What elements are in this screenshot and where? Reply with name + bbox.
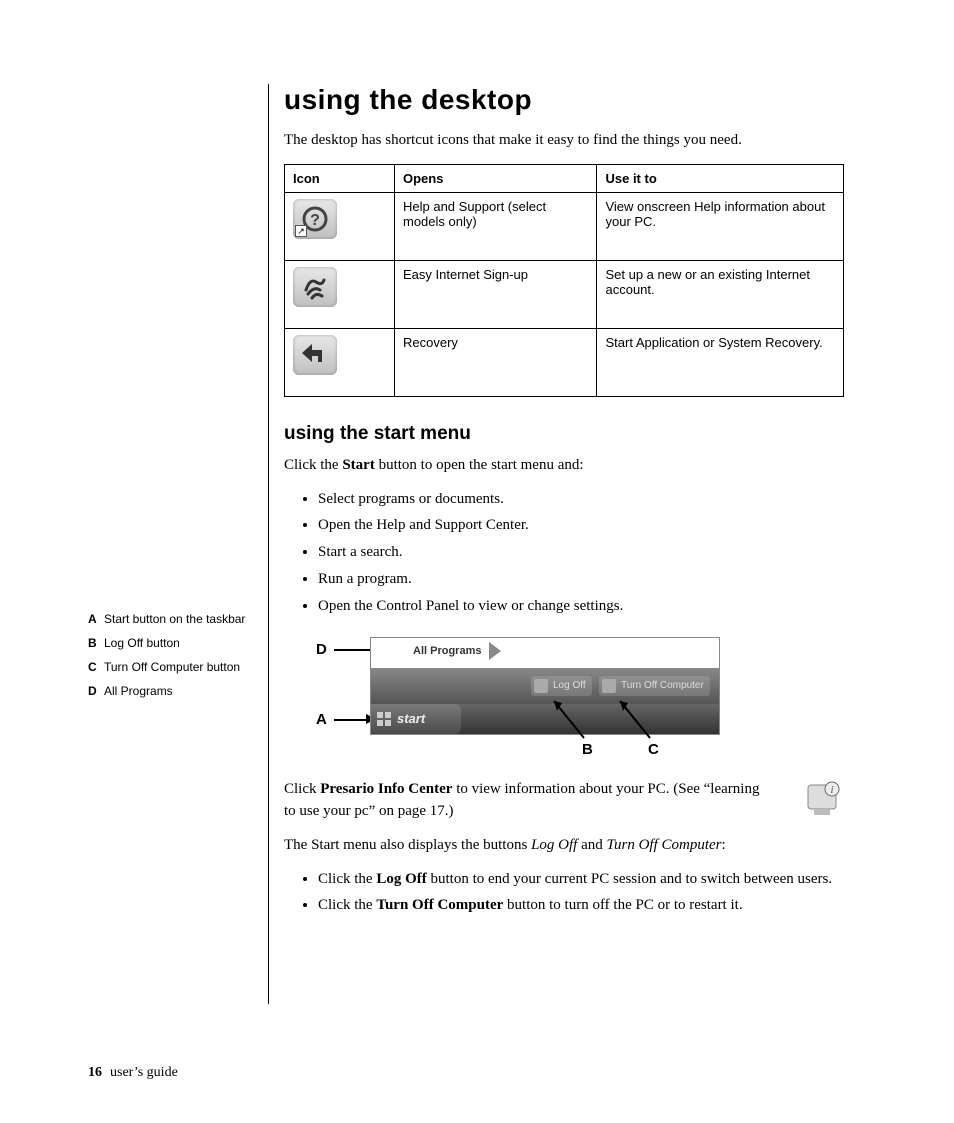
page-number: 16 [88, 1065, 102, 1080]
subsection-heading: using the start menu [284, 423, 844, 445]
table-row: Easy Internet Sign-up Set up a new or an… [285, 260, 844, 328]
legend-item: B Log Off button [88, 634, 248, 652]
svg-text:?: ? [310, 212, 320, 229]
icon-table: Icon Opens Use it to ? ↗ Help and Suppor… [284, 164, 844, 397]
start-button: start [371, 704, 461, 734]
power-icon [602, 679, 616, 693]
table-cell-use: Start Application or System Recovery. [597, 328, 844, 396]
info-center-icon: i [804, 779, 844, 819]
table-cell-use: Set up a new or an existing Internet acc… [597, 260, 844, 328]
list-item: Open the Help and Support Center. [318, 515, 844, 537]
easy-internet-icon [293, 267, 337, 307]
legend-item: C Turn Off Computer button [88, 658, 248, 676]
table-row: Recovery Start Application or System Rec… [285, 328, 844, 396]
log-off-icon [534, 679, 548, 693]
table-cell-use: View onscreen Help information about you… [597, 192, 844, 260]
table-header-useit: Use it to [597, 164, 844, 192]
legend-item: D All Programs [88, 682, 248, 700]
table-cell-opens: Help and Support (select models only) [395, 192, 597, 260]
callout-d: D [316, 641, 327, 658]
list-item: Select programs or documents. [318, 489, 844, 511]
list-item: Click the Log Off button to end your cur… [318, 869, 844, 891]
table-cell-opens: Recovery [395, 328, 597, 396]
start-menu-figure: D A All Programs Log Off [304, 637, 734, 767]
legend-text: Log Off button [104, 634, 180, 652]
list-item: Run a program. [318, 569, 844, 591]
legend-text: Turn Off Computer button [104, 658, 240, 676]
start-menu-also-paragraph: The Start menu also displays the buttons… [284, 835, 844, 857]
shortcut-overlay-icon: ↗ [295, 225, 307, 237]
recovery-icon [293, 335, 337, 375]
list-item: Start a search. [318, 542, 844, 564]
info-center-paragraph: Click Presario Info Center to view infor… [284, 779, 764, 823]
page-footer: 16 user’s guide [88, 1065, 178, 1081]
table-cell-opens: Easy Internet Sign-up [395, 260, 597, 328]
legend-label: B [88, 634, 104, 652]
svg-text:i: i [831, 785, 834, 796]
table-header-icon: Icon [285, 164, 395, 192]
start-intro: Click the Start button to open the start… [284, 455, 844, 477]
callout-arrow [610, 693, 660, 743]
table-header-opens: Opens [395, 164, 597, 192]
intro-paragraph: The desktop has shortcut icons that make… [284, 130, 844, 152]
callout-c: C [648, 741, 659, 758]
all-programs-label: All Programs [413, 645, 481, 657]
submenu-arrow-icon [489, 642, 501, 660]
list-item: Open the Control Panel to view or change… [318, 596, 844, 618]
section-heading: using the desktop [284, 84, 844, 116]
legend-label: A [88, 610, 104, 628]
legend-text: Start button on the taskbar [104, 610, 245, 628]
list-item: Click the Turn Off Computer button to tu… [318, 895, 844, 917]
callout-arrow [544, 693, 594, 743]
figure-legend: A Start button on the taskbar B Log Off … [88, 610, 248, 706]
start-bullets: Select programs or documents. Open the H… [284, 489, 844, 618]
end-bullets: Click the Log Off button to end your cur… [284, 869, 844, 918]
legend-text: All Programs [104, 682, 173, 700]
callout-b: B [582, 741, 593, 758]
legend-label: D [88, 682, 104, 700]
callout-a: A [316, 711, 327, 728]
callout-arrow [334, 719, 366, 721]
legend-label: C [88, 658, 104, 676]
windows-flag-icon [377, 712, 391, 726]
vertical-rule [268, 84, 269, 1004]
legend-item: A Start button on the taskbar [88, 610, 248, 628]
table-row: ? ↗ Help and Support (select models only… [285, 192, 844, 260]
footer-title: user’s guide [110, 1065, 178, 1080]
help-support-icon: ? ↗ [293, 199, 337, 239]
